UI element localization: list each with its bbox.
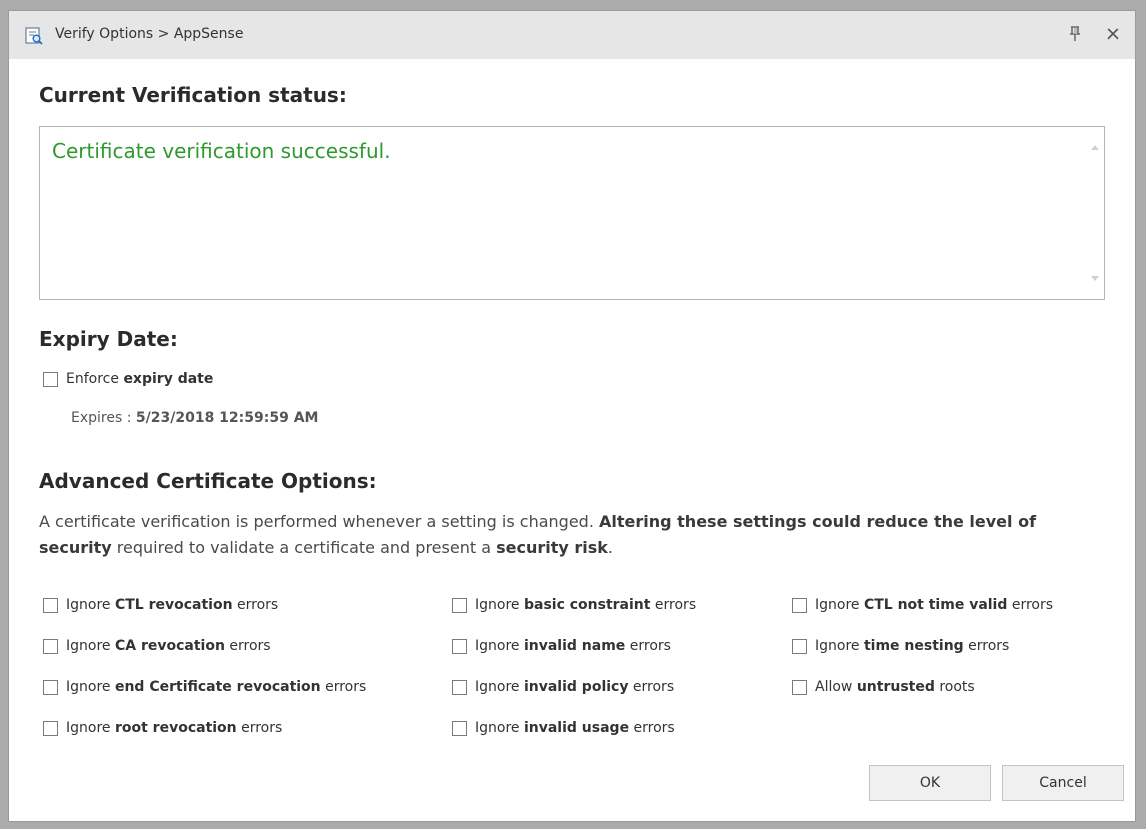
ignore-end-certificate-revocation-checkbox[interactable]: Ignore end Certificate revocation errors — [43, 679, 366, 695]
ignore-invalid-policy-checkbox[interactable]: Ignore invalid policy errors — [452, 679, 674, 695]
certificate-search-icon — [25, 27, 43, 45]
checkbox-box[interactable] — [43, 679, 58, 695]
checkbox-label: Ignore basic constraint errors — [475, 597, 697, 613]
ignore-root-revocation-checkbox[interactable]: Ignore root revocation errors — [43, 720, 282, 736]
checkbox-box[interactable] — [452, 597, 467, 613]
checkbox-box[interactable] — [43, 638, 58, 654]
checkbox-label: Ignore time nesting errors — [815, 638, 1010, 654]
ignore-invalid-usage-checkbox[interactable]: Ignore invalid usage errors — [452, 720, 675, 736]
close-icon[interactable] — [1105, 26, 1121, 42]
enforce-expiry-checkbox[interactable]: Enforce expiry date — [43, 371, 213, 387]
expires-line: Expires : 5/23/2018 12:59:59 AM — [71, 410, 318, 426]
title-bar: Verify Options > AppSense — [9, 11, 1135, 59]
checkbox-label: Ignore CTL not time valid errors — [815, 597, 1054, 613]
checkbox-label: Ignore invalid usage errors — [475, 720, 675, 736]
ignore-ctl-revocation-checkbox[interactable]: Ignore CTL revocation errors — [43, 597, 278, 613]
ignore-invalid-name-checkbox[interactable]: Ignore invalid name errors — [452, 638, 671, 654]
expiry-heading: Expiry Date: — [39, 327, 178, 351]
checkbox-box[interactable] — [452, 720, 467, 736]
checkbox-box[interactable] — [452, 679, 467, 695]
dialog-content: Current Verification status: Certificate… — [9, 59, 1135, 821]
ignore-ctl-not-time-valid-checkbox[interactable]: Ignore CTL not time valid errors — [792, 597, 1053, 613]
scroll-up-arrow-icon[interactable] — [1091, 145, 1099, 150]
dialog-window: Verify Options > AppSense Current Verifi… — [8, 10, 1136, 822]
checkbox-box[interactable] — [792, 597, 807, 613]
verification-heading: Current Verification status: — [39, 83, 347, 107]
checkbox-box[interactable] — [792, 638, 807, 654]
status-scrollbar[interactable] — [1086, 127, 1104, 299]
ignore-time-nesting-checkbox[interactable]: Ignore time nesting errors — [792, 638, 1009, 654]
allow-untrusted-roots-checkbox[interactable]: Allow untrusted roots — [792, 679, 975, 695]
window-title: Verify Options > AppSense — [55, 26, 244, 42]
ignore-basic-constraint-checkbox[interactable]: Ignore basic constraint errors — [452, 597, 696, 613]
checkbox-label: Ignore CA revocation errors — [66, 638, 271, 654]
verification-status-box[interactable]: Certificate verification successful. — [39, 126, 1105, 300]
checkbox-label: Ignore CTL revocation errors — [66, 597, 279, 613]
checkbox-label: Ignore end Certificate revocation errors — [66, 679, 367, 695]
checkbox-box[interactable] — [43, 371, 58, 387]
checkbox-box[interactable] — [43, 597, 58, 613]
checkbox-box[interactable] — [43, 720, 58, 736]
checkbox-box[interactable] — [792, 679, 807, 695]
checkbox-label: Ignore root revocation errors — [66, 720, 283, 736]
pin-icon[interactable] — [1067, 25, 1083, 43]
ignore-ca-revocation-checkbox[interactable]: Ignore CA revocation errors — [43, 638, 271, 654]
checkbox-label: Ignore invalid name errors — [475, 638, 671, 654]
expires-value: 5/23/2018 12:59:59 AM — [135, 410, 319, 426]
cancel-button[interactable]: Cancel — [1002, 765, 1124, 801]
verification-status-text: Certificate verification successful. — [52, 139, 391, 163]
scroll-down-arrow-icon[interactable] — [1091, 276, 1099, 281]
checkbox-label: Enforce expiry date — [66, 371, 214, 387]
checkbox-box[interactable] — [452, 638, 467, 654]
expires-label: Expires : — [71, 410, 132, 426]
advanced-description: A certificate verification is performed … — [39, 512, 1037, 557]
advanced-heading: Advanced Certificate Options: — [39, 469, 377, 493]
ok-button[interactable]: OK — [869, 765, 991, 801]
checkbox-label: Ignore invalid policy errors — [475, 679, 675, 695]
checkbox-label: Allow untrusted roots — [815, 679, 975, 695]
